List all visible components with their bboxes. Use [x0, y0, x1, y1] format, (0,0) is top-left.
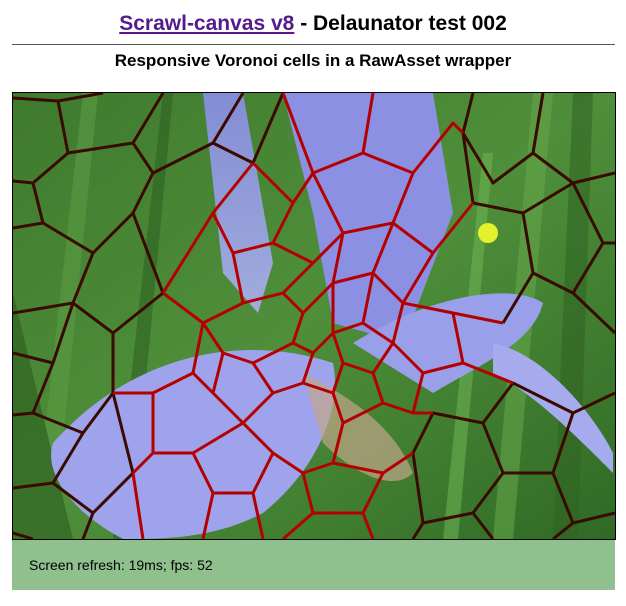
page-subtitle: Responsive Voronoi cells in a RawAsset w…	[114, 51, 512, 70]
report-panel: Screen refresh: 19ms; fps: 52	[12, 540, 615, 590]
demo-canvas[interactable]	[12, 92, 616, 540]
page-title: Scrawl-canvas v8 - Delaunator test 002	[0, 11, 626, 37]
scrawl-canvas-link[interactable]: Scrawl-canvas v8	[119, 12, 294, 35]
screen-refresh-report: Screen refresh: 19ms; fps: 52	[29, 557, 213, 573]
title-divider	[12, 44, 615, 45]
voronoi-canvas[interactable]	[13, 93, 615, 539]
page-title-text: - Delaunator test 002	[294, 12, 507, 35]
